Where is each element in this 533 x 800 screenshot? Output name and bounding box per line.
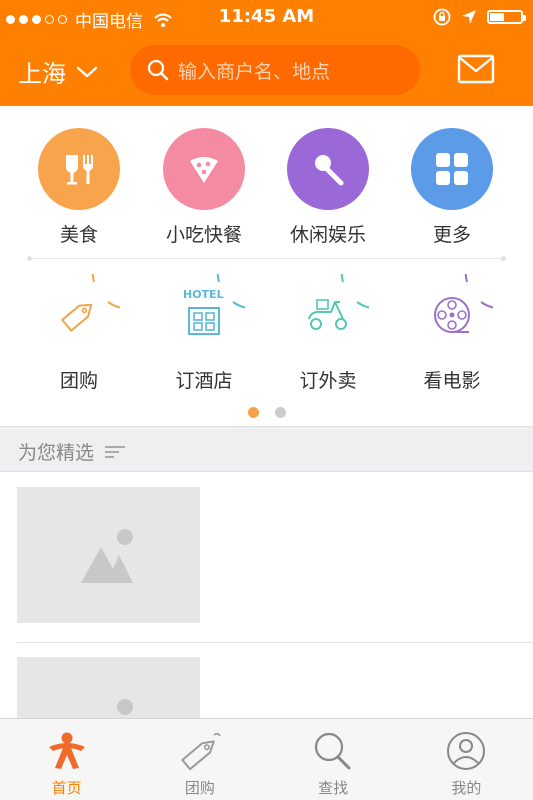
page-indicator xyxy=(0,407,533,418)
category-label: 小吃快餐 xyxy=(165,224,242,246)
tag-icon xyxy=(133,729,266,773)
section-title: 为您精选 xyxy=(18,442,95,464)
recommendation-list xyxy=(0,472,533,718)
sort-lines-icon[interactable] xyxy=(104,444,126,460)
search-input[interactable]: 输入商户名、地点 xyxy=(130,45,420,95)
tag-icon xyxy=(38,274,120,356)
battery-icon xyxy=(487,10,526,24)
category-food[interactable]: 美食 xyxy=(17,128,141,247)
tab-home[interactable]: 首页 xyxy=(0,719,133,800)
category-label: 订外卖 xyxy=(299,370,357,392)
category-label: 休闲娱乐 xyxy=(289,224,366,246)
search-icon xyxy=(146,58,170,82)
recommendations-header: 为您精选 xyxy=(0,426,533,472)
hotel-badge-text: HOTEL xyxy=(183,288,224,301)
category-groupbuy[interactable]: 团购 xyxy=(17,274,141,393)
pizza-slice-icon xyxy=(163,128,245,210)
page-dot-active[interactable] xyxy=(247,407,259,418)
status-bar: 中国电信 11:45 AM xyxy=(0,0,533,34)
rotation-lock-icon xyxy=(433,8,451,26)
tab-bar: 首页 团购 查找 我的 xyxy=(0,718,533,800)
category-label: 美食 xyxy=(59,224,98,246)
tab-label: 我的 xyxy=(451,779,482,797)
category-grid: 美食 小吃快餐 休闲娱乐 更多 团购 HOTEL 订酒店 订外卖 看电影 xyxy=(0,106,533,426)
city-label: 上海 xyxy=(18,60,66,88)
status-right xyxy=(433,8,526,26)
scooter-icon xyxy=(287,274,369,356)
tab-mine[interactable]: 我的 xyxy=(400,719,533,800)
hotel-icon: HOTEL xyxy=(163,274,245,356)
mail-icon[interactable] xyxy=(457,54,495,88)
image-placeholder-icon xyxy=(17,657,200,718)
grid-divider xyxy=(27,256,506,261)
category-more[interactable]: 更多 xyxy=(390,128,514,247)
user-icon xyxy=(400,729,533,773)
category-label: 看电影 xyxy=(423,370,481,392)
chevron-down-icon xyxy=(76,65,98,79)
food-icon xyxy=(38,128,120,210)
list-item[interactable] xyxy=(0,472,533,642)
search-placeholder: 输入商户名、地点 xyxy=(178,60,331,83)
category-label: 更多 xyxy=(432,224,471,246)
city-selector[interactable]: 上海 xyxy=(18,54,98,89)
header: 中国电信 11:45 AM 上海 输入商户名、地点 xyxy=(0,0,533,106)
category-label: 订酒店 xyxy=(175,370,233,392)
location-arrow-icon xyxy=(461,9,477,25)
category-takeout[interactable]: 订外卖 xyxy=(266,274,390,393)
tab-search[interactable]: 查找 xyxy=(267,719,400,800)
tab-groupbuy[interactable]: 团购 xyxy=(133,719,266,800)
category-movies[interactable]: 看电影 xyxy=(390,274,514,393)
category-label: 团购 xyxy=(59,370,98,392)
category-hotel[interactable]: HOTEL 订酒店 xyxy=(142,274,266,393)
film-reel-icon xyxy=(411,274,493,356)
search-icon xyxy=(267,729,400,773)
image-placeholder-icon xyxy=(17,487,200,623)
list-item[interactable] xyxy=(0,643,533,718)
page-dot[interactable] xyxy=(274,407,286,418)
microphone-icon xyxy=(287,128,369,210)
home-person-icon xyxy=(0,729,133,773)
grid-icon xyxy=(411,128,493,210)
tab-label: 团购 xyxy=(184,779,215,797)
tab-label: 首页 xyxy=(51,779,82,797)
nav-bar: 上海 输入商户名、地点 xyxy=(0,34,533,106)
category-entertainment[interactable]: 休闲娱乐 xyxy=(266,128,390,247)
tab-label: 查找 xyxy=(318,779,349,797)
category-snacks[interactable]: 小吃快餐 xyxy=(142,128,266,247)
